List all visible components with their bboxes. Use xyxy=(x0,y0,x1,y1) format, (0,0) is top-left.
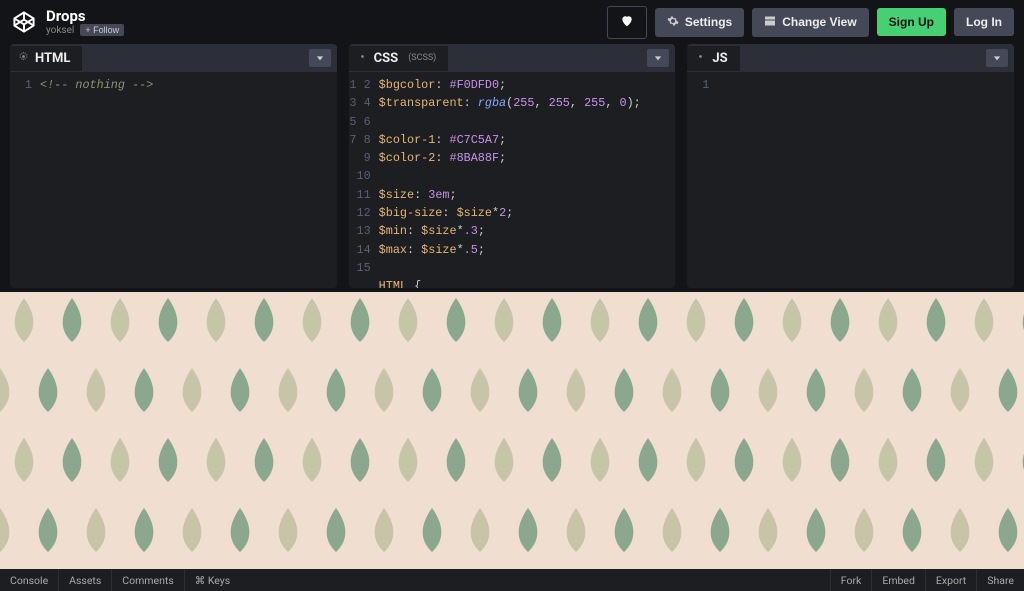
footer-right: ForkEmbedExportShare xyxy=(830,569,1024,591)
footer-button[interactable]: Fork xyxy=(830,569,872,591)
chevron-down-icon xyxy=(654,54,662,62)
preview-pane xyxy=(0,292,1024,569)
login-button[interactable]: Log In xyxy=(954,8,1014,36)
signup-button[interactable]: Sign Up xyxy=(877,8,946,36)
css-code[interactable]: $bgcolor: #F0DFD0; $transparent: rgba(25… xyxy=(377,72,676,288)
panel-js-title: JS xyxy=(712,51,727,66)
footer-button[interactable]: Export xyxy=(925,569,976,591)
html-code[interactable]: <!-- nothing --> xyxy=(38,72,337,288)
panel-html-title: HTML xyxy=(35,51,70,66)
panel-css-header: CSS (SCSS) xyxy=(349,44,676,72)
heart-icon xyxy=(620,14,634,31)
editor-panels: HTML 1 <!-- nothing --> CSS (SCSS) 1 xyxy=(0,44,1024,292)
settings-label: Settings xyxy=(685,15,732,29)
author-name[interactable]: yoksel xyxy=(46,25,74,36)
footer-button[interactable]: Assets xyxy=(59,569,112,591)
love-button[interactable] xyxy=(607,6,647,39)
panel-css-subtitle: (SCSS) xyxy=(408,53,436,63)
panel-html-menu-button[interactable] xyxy=(309,49,331,67)
panel-html: HTML 1 <!-- nothing --> xyxy=(10,44,337,288)
gear-icon xyxy=(667,15,679,30)
panel-js: JS 1 xyxy=(687,44,1014,288)
html-editor[interactable]: 1 <!-- nothing --> xyxy=(10,72,337,288)
footer-button[interactable]: Embed xyxy=(871,569,925,591)
gear-icon[interactable] xyxy=(357,51,368,66)
css-gutter: 1 2 3 4 5 6 7 8 9 10 11 12 13 14 15 xyxy=(349,72,377,288)
topbar: Drops yoksel + Follow Settings Change Vi… xyxy=(0,0,1024,44)
js-code[interactable] xyxy=(715,72,1014,288)
js-gutter: 1 xyxy=(687,72,715,288)
pen-title: Drops xyxy=(46,8,124,25)
js-editor[interactable]: 1 xyxy=(687,72,1014,288)
panel-css: CSS (SCSS) 1 2 3 4 5 6 7 8 9 10 11 12 13… xyxy=(349,44,676,288)
follow-button[interactable]: + Follow xyxy=(80,24,124,36)
css-editor[interactable]: 1 2 3 4 5 6 7 8 9 10 11 12 13 14 15 $bgc… xyxy=(349,72,676,288)
footer-button[interactable]: ⌘ Keys xyxy=(185,569,240,591)
gear-icon[interactable] xyxy=(695,51,706,66)
panel-js-menu-button[interactable] xyxy=(986,49,1008,67)
footer-button[interactable]: Share xyxy=(976,569,1024,591)
settings-button[interactable]: Settings xyxy=(655,8,744,37)
footer-button[interactable]: Comments xyxy=(112,569,184,591)
drops-pattern xyxy=(0,292,1024,569)
change-view-button[interactable]: Change View xyxy=(752,8,868,37)
panel-css-menu-button[interactable] xyxy=(647,49,669,67)
layout-icon xyxy=(764,15,776,30)
change-view-label: Change View xyxy=(782,15,856,29)
gear-icon[interactable] xyxy=(18,51,29,66)
panel-css-title: CSS xyxy=(374,51,399,66)
footer-button[interactable]: Console xyxy=(0,569,59,591)
html-gutter: 1 xyxy=(10,72,38,288)
panel-html-header: HTML xyxy=(10,44,337,72)
panel-js-header: JS xyxy=(687,44,1014,72)
chevron-down-icon xyxy=(993,54,1001,62)
chevron-down-icon xyxy=(316,54,324,62)
codepen-logo-icon[interactable] xyxy=(10,8,38,36)
footer-left: ConsoleAssetsComments⌘ Keys xyxy=(0,569,240,591)
footer: ConsoleAssetsComments⌘ Keys ForkEmbedExp… xyxy=(0,569,1024,591)
